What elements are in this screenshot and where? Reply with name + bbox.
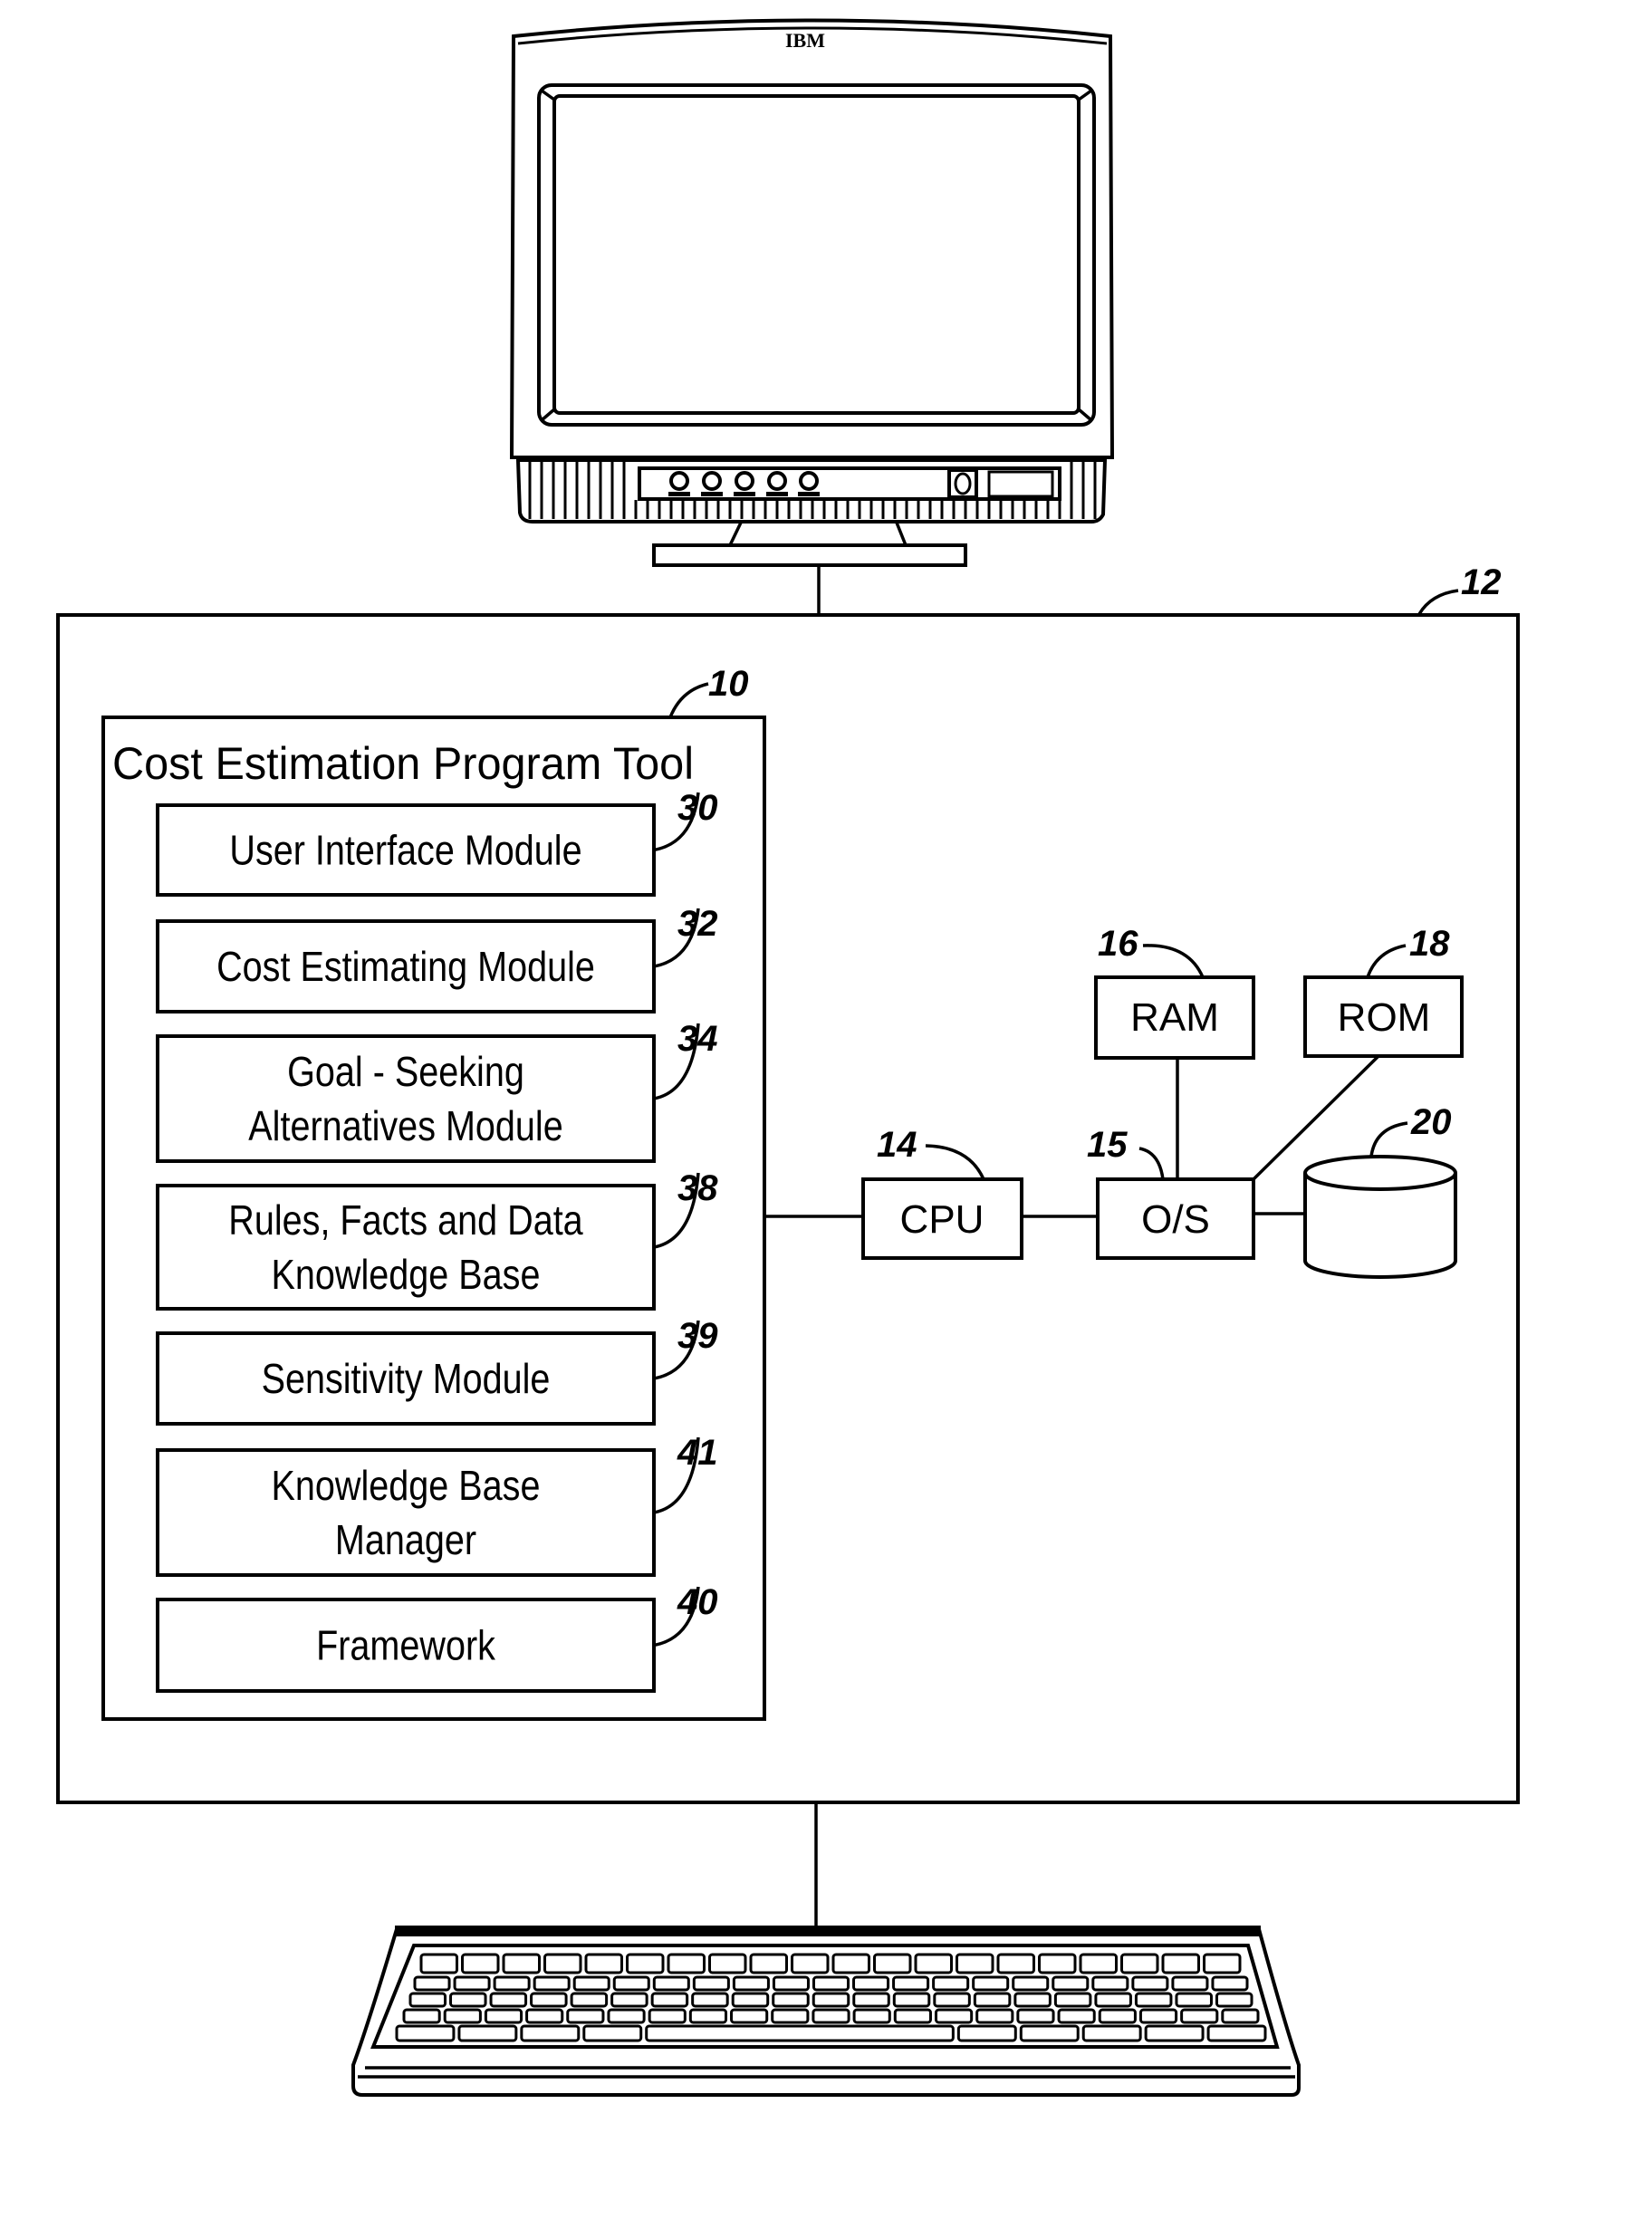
ram-label: RAM	[1130, 995, 1219, 1040]
tool-ref: 10	[708, 664, 749, 704]
module-label: Framework	[316, 1622, 496, 1669]
module-ref: 39	[677, 1316, 718, 1356]
knob-marker	[668, 492, 690, 496]
module-item: Goal - Seeking Alternatives Module 34	[156, 1019, 718, 1163]
module-ref: 30	[677, 788, 718, 828]
storage-ref: 20	[1410, 1102, 1452, 1142]
knob-marker	[734, 492, 755, 496]
monitor-screen	[552, 94, 1081, 415]
rom-ref: 18	[1409, 924, 1450, 964]
monitor-knob-icon	[702, 471, 722, 491]
module-label: Manager	[335, 1516, 476, 1563]
module-item: Rules, Facts and Data Knowledge Base 38	[156, 1168, 718, 1311]
system-diagram: IBM 12 10 Cost Estimation Program Tool U…	[56, 18, 1520, 2097]
module-label: Sensitivity Module	[262, 1355, 551, 1402]
module-ref: 32	[677, 904, 718, 944]
module-item: User Interface Module 30	[156, 788, 718, 897]
ram-ref: 16	[1098, 924, 1138, 964]
module-label: Rules, Facts and Data	[228, 1196, 583, 1244]
module-label: User Interface Module	[229, 827, 581, 874]
module-label: Knowledge Base	[272, 1462, 541, 1509]
os-label: O/S	[1141, 1197, 1210, 1242]
module-item: Knowledge Base Manager 41	[156, 1433, 718, 1577]
cpu-ref: 14	[877, 1125, 917, 1165]
computer-ref: 12	[1461, 562, 1502, 602]
keyboard	[351, 1926, 1301, 2097]
monitor-stand-neck	[728, 522, 908, 546]
monitor-knob-icon	[767, 471, 787, 491]
module-ref: 41	[677, 1433, 718, 1473]
monitor-brand-logo: IBM	[785, 29, 825, 52]
module-item: Cost Estimating Module 32	[156, 904, 718, 1013]
knob-marker	[798, 492, 820, 496]
module-label: Cost Estimating Module	[216, 943, 595, 990]
module-label: Knowledge Base	[272, 1251, 541, 1298]
module-ref: 40	[677, 1582, 718, 1622]
module-label: Alternatives Module	[248, 1102, 562, 1149]
rom-label: ROM	[1338, 995, 1431, 1040]
storage-cylinder-top	[1303, 1155, 1457, 1191]
module-label: Goal - Seeking	[287, 1048, 524, 1095]
cpu-label: CPU	[900, 1197, 984, 1242]
tool-title: Cost Estimation Program Tool	[112, 738, 694, 789]
module-ref: 34	[677, 1019, 718, 1059]
monitor-knob-icon	[799, 471, 819, 491]
monitor-knob-icon	[735, 471, 754, 491]
monitor: IBM	[509, 18, 1115, 567]
knob-marker	[701, 492, 723, 496]
monitor-stand-base	[652, 543, 967, 567]
module-item: Framework 40	[156, 1582, 718, 1693]
module-item: Sensitivity Module 39	[156, 1316, 718, 1426]
module-ref: 38	[677, 1168, 718, 1208]
module-list: User Interface Module 30 Cost Estimating M…	[156, 788, 718, 1693]
monitor-knob-icon	[669, 471, 689, 491]
os-ref: 15	[1087, 1125, 1128, 1165]
computer-ref-leader	[1417, 589, 1459, 615]
knob-marker	[766, 492, 788, 496]
